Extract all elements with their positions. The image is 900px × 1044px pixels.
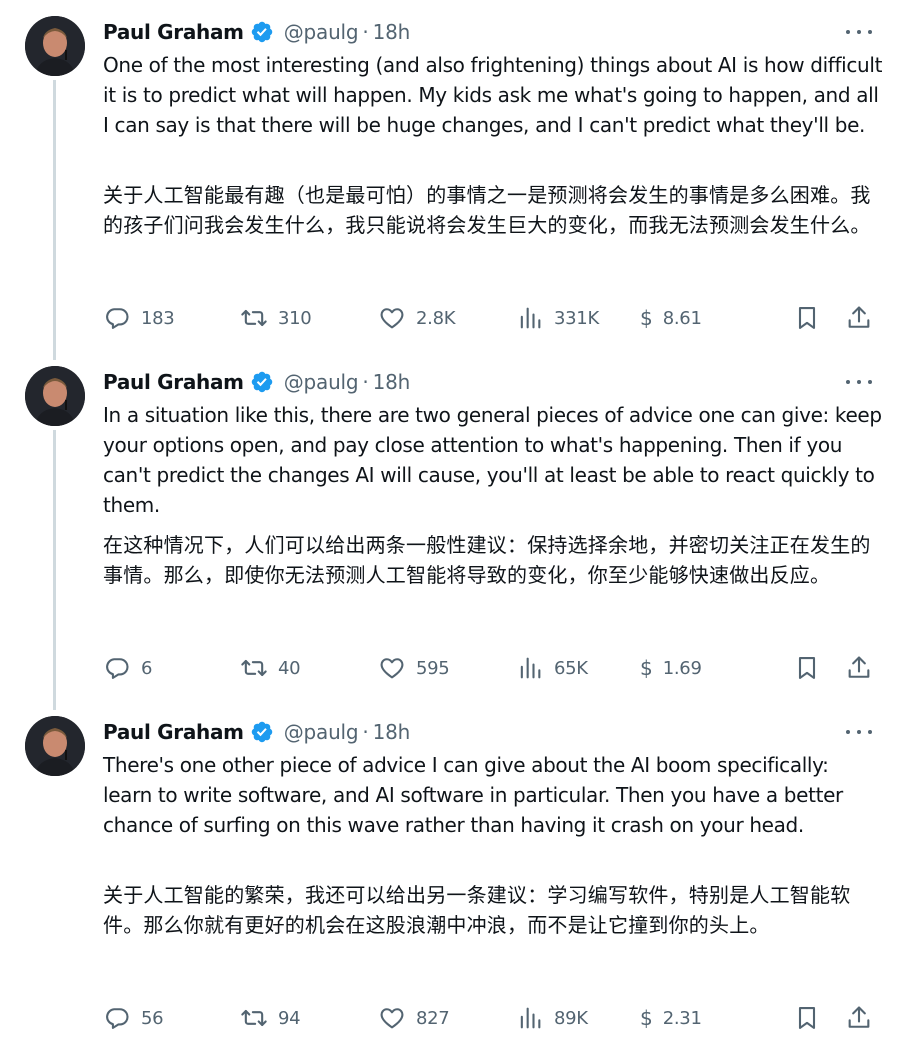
- tweet-text-english: In a situation like this, there are two …: [103, 403, 882, 517]
- avatar-image: [25, 366, 85, 426]
- like-count: 2.8K: [416, 307, 456, 329]
- retweet-button[interactable]: 310: [240, 300, 312, 336]
- share-button[interactable]: [845, 300, 873, 336]
- tweet[interactable]: Paul Graham @paulg · 18h There's one oth…: [0, 700, 900, 1044]
- tip-button[interactable]: $ 2.31: [640, 1000, 702, 1036]
- retweet-count: 94: [278, 1007, 301, 1029]
- retweet-count: 310: [278, 307, 312, 329]
- avatar-image: [25, 16, 85, 76]
- verified-badge-icon: [250, 20, 274, 44]
- tip-amount: 1.69: [662, 657, 702, 679]
- share-icon: [848, 1006, 870, 1028]
- bookmark-button[interactable]: [793, 1000, 821, 1036]
- reply-icon: [106, 308, 129, 329]
- verified-badge-icon: [250, 370, 274, 394]
- avatar[interactable]: [25, 716, 85, 776]
- retweet-icon: [241, 1009, 267, 1027]
- verified-badge-icon: [250, 720, 274, 744]
- retweet-icon: [241, 659, 267, 677]
- heart-icon: [380, 658, 404, 679]
- tip-amount: 2.31: [662, 1007, 702, 1029]
- dollar-icon: $: [640, 1006, 653, 1030]
- thread: Paul Graham @paulg · 18h One of the most…: [0, 0, 900, 1044]
- like-count: 827: [416, 1007, 450, 1029]
- views-count: 89K: [554, 1007, 588, 1029]
- more-icon[interactable]: [846, 22, 872, 42]
- tweet-header: Paul Graham @paulg · 18h: [103, 366, 410, 398]
- heart-icon: [380, 1008, 404, 1029]
- bookmark-button[interactable]: [793, 300, 821, 336]
- tip-button[interactable]: $ 1.69: [640, 650, 702, 686]
- like-button[interactable]: 2.8K: [378, 300, 456, 336]
- action-bar: 6 40 595 65K $ 1.69: [103, 650, 883, 686]
- views-icon: [520, 657, 541, 679]
- more-icon[interactable]: [846, 372, 872, 392]
- share-icon: [848, 656, 870, 678]
- share-icon: [848, 306, 870, 328]
- tweet-text-chinese-translation: 关于人工智能最有趣（也是最可怕）的事情之一是预测将会发生的事情是多么困难。我的孩…: [103, 183, 871, 237]
- separator-dot: ·: [362, 20, 369, 44]
- share-button[interactable]: [845, 1000, 873, 1036]
- views-button[interactable]: 331K: [516, 300, 599, 336]
- retweet-button[interactable]: 94: [240, 1000, 301, 1036]
- bookmark-icon: [798, 657, 816, 679]
- author-name[interactable]: Paul Graham: [103, 20, 244, 44]
- tweet-text-chinese-translation: 关于人工智能的繁荣，我还可以给出另一条建议：学习编写软件，特别是人工智能软件。那…: [103, 883, 851, 937]
- tweet-header: Paul Graham @paulg · 18h: [103, 716, 410, 748]
- action-bar: 183 310 2.8K 331K $ 8.61: [103, 300, 883, 336]
- tweet-text-chinese-translation: 在这种情况下，人们可以给出两条一般性建议：保持选择余地，并密切关注正在发生的事情…: [103, 533, 871, 587]
- dollar-icon: $: [640, 306, 653, 330]
- bookmark-icon: [798, 1007, 816, 1029]
- like-button[interactable]: 595: [378, 650, 450, 686]
- like-button[interactable]: 827: [378, 1000, 450, 1036]
- share-button[interactable]: [845, 650, 873, 686]
- tweet-text-english: There's one other piece of advice I can …: [103, 753, 843, 837]
- views-count: 331K: [554, 307, 599, 329]
- action-bar: 56 94 827 89K $ 2.31: [103, 1000, 883, 1036]
- tweet[interactable]: Paul Graham @paulg · 18h One of the most…: [0, 0, 900, 360]
- avatar[interactable]: [25, 16, 85, 76]
- bookmark-icon: [798, 307, 816, 329]
- avatar[interactable]: [25, 366, 85, 426]
- views-count: 65K: [554, 657, 588, 679]
- reply-button[interactable]: 56: [103, 1000, 164, 1036]
- tweet-text-english: One of the most interesting (and also fr…: [103, 53, 883, 137]
- tweet[interactable]: Paul Graham @paulg · 18h In a situation …: [0, 350, 900, 710]
- tweet-header: Paul Graham @paulg · 18h: [103, 16, 410, 48]
- like-count: 595: [416, 657, 450, 679]
- thread-connector-line: [53, 430, 56, 710]
- author-handle[interactable]: @paulg: [284, 720, 359, 744]
- separator-dot: ·: [362, 720, 369, 744]
- author-handle[interactable]: @paulg: [284, 20, 359, 44]
- thread-connector-line: [53, 80, 56, 360]
- tweet-timestamp[interactable]: 18h: [373, 370, 411, 394]
- retweet-count: 40: [278, 657, 301, 679]
- views-button[interactable]: 89K: [516, 1000, 588, 1036]
- views-button[interactable]: 65K: [516, 650, 588, 686]
- tip-amount: 8.61: [662, 307, 702, 329]
- reply-count: 56: [141, 1007, 164, 1029]
- reply-button[interactable]: 183: [103, 300, 175, 336]
- author-name[interactable]: Paul Graham: [103, 720, 244, 744]
- reply-button[interactable]: 6: [103, 650, 152, 686]
- dollar-icon: $: [640, 656, 653, 680]
- tweet-timestamp[interactable]: 18h: [373, 20, 411, 44]
- reply-count: 6: [141, 657, 153, 679]
- bookmark-button[interactable]: [793, 650, 821, 686]
- reply-icon: [106, 658, 129, 679]
- views-icon: [520, 307, 541, 329]
- author-handle[interactable]: @paulg: [284, 370, 359, 394]
- heart-icon: [380, 308, 404, 329]
- avatar-image: [25, 716, 85, 776]
- more-icon[interactable]: [846, 722, 872, 742]
- reply-icon: [106, 1008, 129, 1029]
- reply-count: 183: [141, 307, 175, 329]
- author-name[interactable]: Paul Graham: [103, 370, 244, 394]
- tweet-timestamp[interactable]: 18h: [373, 720, 411, 744]
- views-icon: [520, 1007, 541, 1029]
- tip-button[interactable]: $ 8.61: [640, 300, 702, 336]
- retweet-icon: [241, 309, 267, 327]
- retweet-button[interactable]: 40: [240, 650, 301, 686]
- separator-dot: ·: [362, 370, 369, 394]
